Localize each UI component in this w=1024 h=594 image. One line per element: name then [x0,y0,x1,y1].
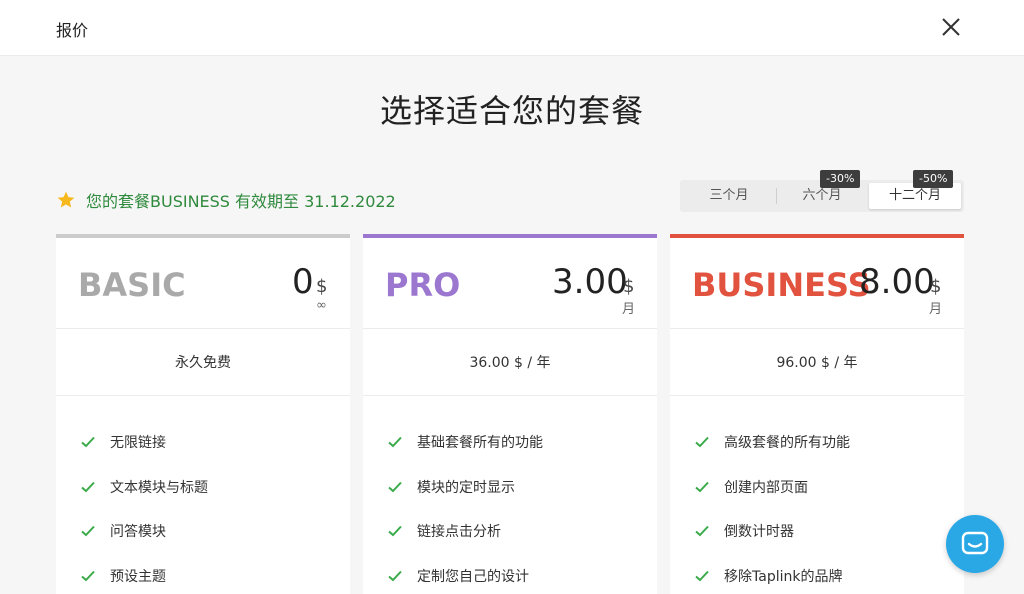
plan-price: 8.00 [859,262,935,302]
card-divider [670,328,964,329]
plan-price-unit: ∞ [316,298,327,313]
plan-price-unit: 月 [622,302,636,317]
feature-item: 移除Taplink的品牌 [670,554,964,594]
plan-currency: $ [623,276,635,297]
check-icon [388,481,402,493]
card-divider [56,395,350,396]
feature-text: 高级套餐的所有功能 [724,435,850,452]
check-icon [388,526,402,537]
plan-name: BASIC [78,266,186,304]
feature-text: 移除Taplink的品牌 [724,568,843,585]
check-icon [695,526,709,537]
plan-billing: 36.00 $ / 年 [469,355,551,371]
card-divider [670,395,964,396]
feature-item: 创建内部页面 [670,465,964,510]
plan-name: BUSINESS [692,266,871,304]
feature-text: 基础套餐所有的功能 [417,435,543,452]
feature-item: 高级套餐的所有功能 [670,420,964,465]
feature-item: 链接点击分析 [363,509,657,554]
feature-text: 预设主题 [110,568,166,585]
feature-item: 基础套餐所有的功能 [363,420,657,465]
plan-card-basic[interactable]: BASIC 0 $ ∞ 永久免费 无限链接 文本模块与标题 问答模块 预设主题 [56,234,350,594]
close-icon [942,18,960,36]
check-icon [695,437,709,448]
plan-currency: $ [930,276,942,297]
card-divider [363,395,657,396]
plan-header: PRO 3.00 $ 月 [363,238,657,328]
chat-widget-button[interactable] [946,515,1004,573]
check-icon [81,570,95,582]
feature-text: 问答模块 [110,524,166,541]
feature-item: 文本模块与标题 [56,465,350,510]
current-plan-status: 您的套餐BUSINESS 有效期至 31.12.2022 [56,188,396,212]
period-option-3-months[interactable]: 三个月 [683,183,775,209]
feature-text: 模块的定时显示 [417,479,515,496]
plan-name: PRO [385,266,461,304]
check-icon [81,481,95,493]
check-icon [388,570,402,582]
chat-icon [961,531,989,555]
feature-list: 无限链接 文本模块与标题 问答模块 预设主题 [56,420,350,594]
check-icon [81,526,95,537]
check-icon [388,437,402,448]
close-button[interactable] [936,12,966,42]
star-icon [57,191,75,208]
check-icon [695,570,709,582]
feature-item: 倒数计时器 [670,509,964,554]
plan-header: BUSINESS 8.00 $ 月 [670,238,964,328]
top-bar: 报价 [0,0,1024,56]
dialog-title: 报价 [56,21,89,40]
plan-currency: $ [316,276,328,297]
feature-list: 高级套餐的所有功能 创建内部页面 倒数计时器 移除Taplink的品牌 [670,420,964,594]
card-divider [363,328,657,329]
feature-text: 无限链接 [110,435,166,452]
discount-badge-6-months: -30% [820,170,861,188]
feature-text: 倒数计时器 [724,524,794,541]
check-icon [695,481,709,493]
status-text: 您的套餐BUSINESS 有效期至 31.12.2022 [86,192,396,211]
feature-list: 基础套餐所有的功能 模块的定时显示 链接点击分析 定制您自己的设计 [363,420,657,594]
discount-badge-12-months: -50% [913,170,954,188]
card-divider [56,328,350,329]
plan-price-unit: 月 [929,302,943,317]
plan-card-business[interactable]: BUSINESS 8.00 $ 月 96.00 $ / 年 高级套餐的所有功能 … [670,234,964,594]
page-title: 选择适合您的套餐 [379,92,644,130]
feature-text: 链接点击分析 [417,524,501,541]
plan-price: 3.00 [552,262,628,302]
feature-item: 无限链接 [56,420,350,465]
plan-card-pro[interactable]: PRO 3.00 $ 月 36.00 $ / 年 基础套餐所有的功能 模块的定时… [363,234,657,594]
feature-text: 创建内部页面 [724,479,808,496]
feature-text: 定制您自己的设计 [417,568,529,585]
feature-item: 模块的定时显示 [363,465,657,510]
plan-header: BASIC 0 $ ∞ [56,238,350,328]
plan-price: 0 [292,262,314,302]
plan-billing: 永久免费 [175,355,231,371]
feature-item: 问答模块 [56,509,350,554]
plan-billing: 96.00 $ / 年 [776,355,858,371]
feature-item: 定制您自己的设计 [363,554,657,594]
check-icon [81,437,95,448]
feature-text: 文本模块与标题 [110,479,208,496]
feature-item: 预设主题 [56,554,350,594]
